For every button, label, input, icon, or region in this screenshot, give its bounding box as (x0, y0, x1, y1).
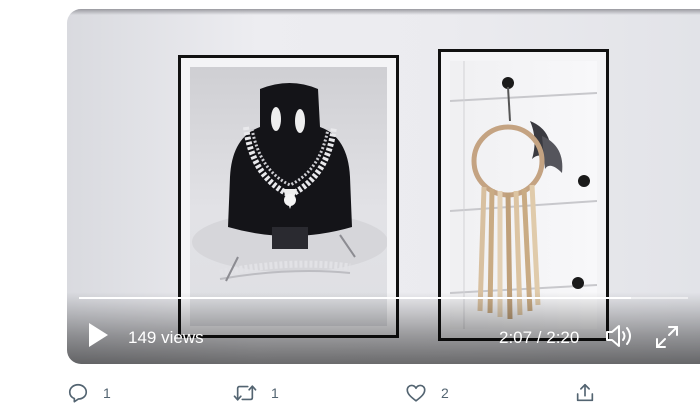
reply-action[interactable]: 1 (67, 380, 111, 406)
volume-button[interactable] (604, 322, 634, 350)
play-button[interactable] (87, 322, 109, 348)
fullscreen-icon (656, 326, 678, 348)
play-icon (89, 323, 108, 347)
tweet-media-card: 149 views 2:07 / 2:20 1 1 2 (0, 0, 700, 418)
video-progress-bar[interactable] (79, 297, 688, 299)
necklace-illustration (192, 83, 387, 282)
video-player[interactable] (67, 9, 700, 364)
video-top-shadow (67, 9, 700, 15)
dreamcatcher-photo (450, 61, 597, 329)
video-progress-fill (79, 297, 632, 299)
reply-icon (68, 383, 88, 403)
retweet-action[interactable]: 1 (233, 380, 279, 406)
like-action[interactable]: 2 (405, 380, 449, 406)
like-count: 2 (441, 385, 449, 401)
reply-count: 1 (103, 385, 111, 401)
retweet-icon (233, 385, 257, 401)
volume-icon (606, 325, 631, 347)
share-icon (576, 383, 594, 402)
heart-icon (406, 384, 426, 402)
retweet-count: 1 (271, 385, 279, 401)
necklace-photo (190, 67, 387, 326)
share-action[interactable] (574, 380, 596, 406)
dreamcatcher-illustration (450, 61, 597, 329)
fullscreen-button[interactable] (655, 325, 679, 349)
